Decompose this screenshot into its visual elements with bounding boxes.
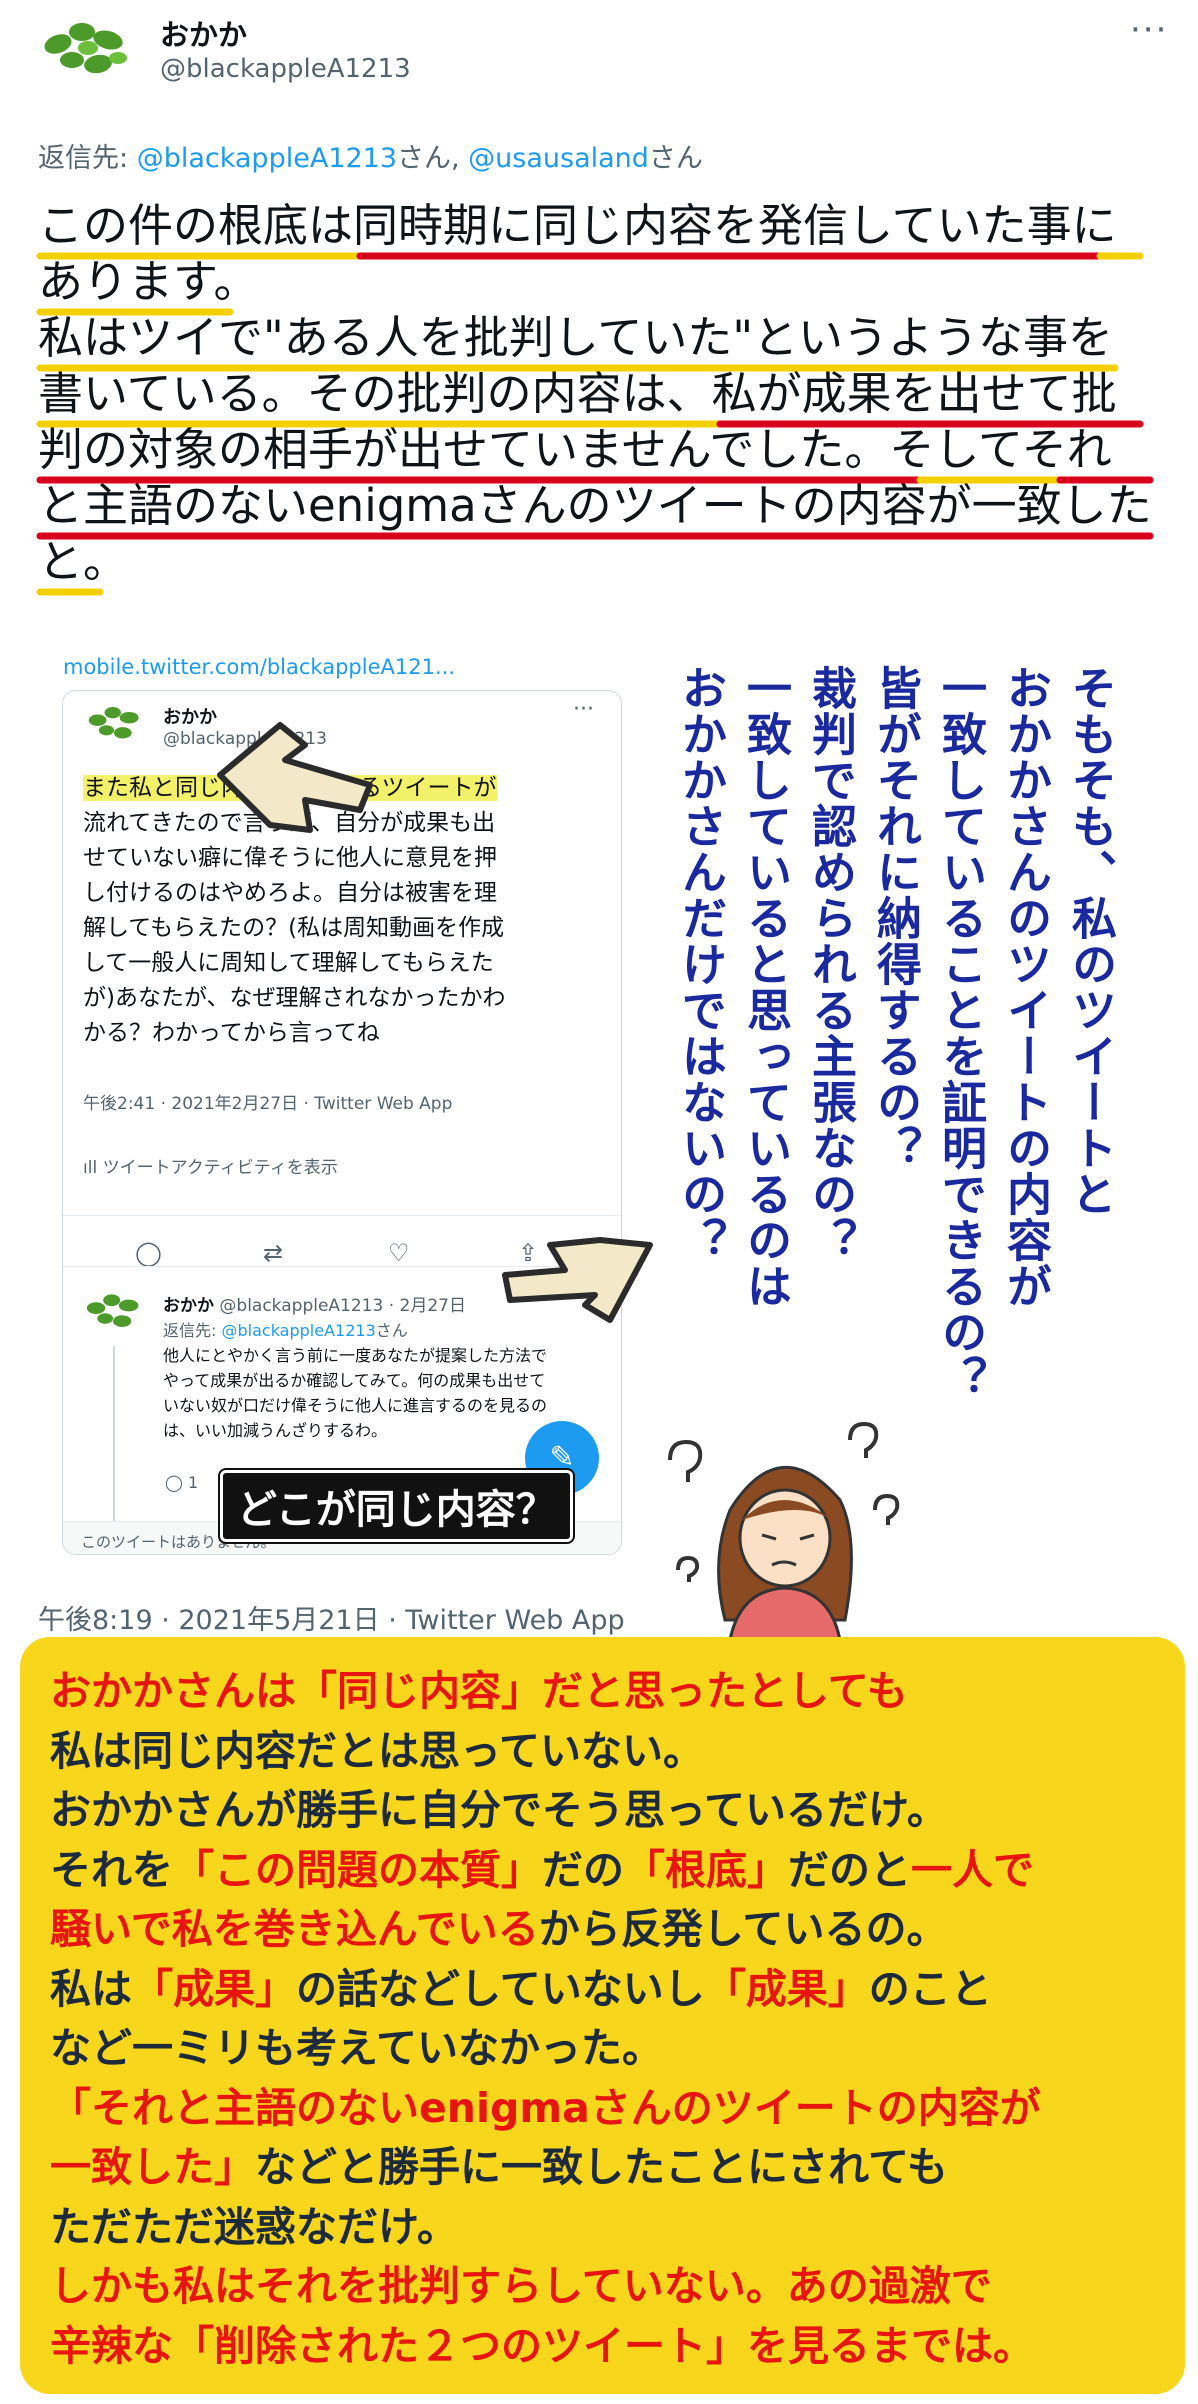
tweet-line: と。 xyxy=(38,535,129,588)
note-segment: 私は xyxy=(50,1964,132,2013)
more-options-icon[interactable]: ··· xyxy=(1130,10,1168,50)
note-line: それを「この問題の本質」だの「根底」だのと一人で xyxy=(50,1841,1180,1901)
like-icon: ♡ xyxy=(388,1239,410,1267)
vertical-text-column: 一致していることを証明できるの？ xyxy=(934,665,987,1401)
note-emphasis-segment: 「根底」 xyxy=(624,1845,788,1894)
note-emphasis-segment: 辛辣な「削除された２つのツイート」を見るまでは。 xyxy=(50,2321,1034,2370)
tweet-line: あります。 xyxy=(38,255,259,308)
reply-mention-link[interactable]: @blackappleA1213 xyxy=(137,143,397,174)
bar-chart-icon: ıll xyxy=(83,1158,103,1178)
embed-line: し付けるのはやめろよ。自分は被害を理 xyxy=(83,880,497,906)
reply-icon: ◯ xyxy=(165,1473,188,1492)
note-emphasis-segment: おかかさんは「同じ内容」だと思ったとしても xyxy=(50,1667,908,1715)
note-emphasis-segment: しかも私はそれを批判すらしていない。あの過激で xyxy=(50,2262,992,2310)
note-emphasis-segment: 「成果」 xyxy=(132,1964,296,2013)
vertical-text-column: おかかさんのツイートの内容が xyxy=(999,665,1052,1309)
embed-line: が)あなたが、なぜ理解されなかったかわ xyxy=(83,985,506,1011)
note-line: 一致した」などと勝手に一致したことにされても xyxy=(50,2138,1180,2198)
note-line: ただただ迷惑なだけ。 xyxy=(50,2198,1180,2258)
reply-suffix: さん, xyxy=(397,143,469,174)
annotation-note-text: おかかさんは「同じ内容」だと思ったとしても 私は同じ内容だとは思っていない。おかか… xyxy=(50,1662,1180,2376)
tweet-line: 判の対象の相手が出せていませんでした。そしてそれ xyxy=(38,423,1112,476)
note-line: おかかさんが勝手に自分でそう思っているだけ。 xyxy=(50,1781,1180,1841)
tweet-activity-link: ıll ツイートアクティビティを表示 xyxy=(83,1158,338,1178)
retweet-icon: ⇄ xyxy=(263,1239,284,1267)
note-segment: から反発しているの。 xyxy=(538,1905,948,1953)
divider xyxy=(63,1215,621,1216)
note-line: おかかさんは「同じ内容」だと思ったとしても xyxy=(50,1662,1180,1722)
avatar xyxy=(86,1294,139,1327)
note-segment: のこと xyxy=(868,1964,992,2013)
note-line: 騒いで私を巻き込んでいるから反発しているの。 xyxy=(50,1900,1180,1960)
author-name[interactable]: おかか xyxy=(160,12,247,54)
avatar[interactable] xyxy=(38,14,130,86)
note-emphasis-segment: 「この問題の本質」 xyxy=(173,1845,542,1894)
embed-line: せていない癖に偉そうに他人に意見を押 xyxy=(83,845,497,871)
pointing-hand-icon xyxy=(502,1237,653,1323)
vertical-text-column: 皆がそれに納得するの？ xyxy=(869,665,922,1171)
embed-author-name: おかか xyxy=(163,707,217,728)
embed-link[interactable]: mobile.twitter.com/blackappleA121... xyxy=(63,655,455,679)
note-line: 私は同じ内容だとは思っていない。 xyxy=(50,1722,1180,1782)
thread-line xyxy=(113,1346,115,1531)
vertical-text-column: おかかさんだけではないの？ xyxy=(674,665,727,1263)
note-emphasis-segment: 「それと主語のないenigmaさんのツイートの内容が xyxy=(50,2083,1041,2132)
vertical-text-column: 裁判で認められる主張なの？ xyxy=(804,665,857,1263)
confused-woman-illustration xyxy=(668,1421,900,1640)
author-handle[interactable]: @blackappleA1213 xyxy=(160,54,411,84)
avatar xyxy=(88,706,139,739)
note-emphasis-segment: 一致した」 xyxy=(50,2143,255,2191)
tweet-line: と主語のないenigmaさんのツイートの内容が一致した xyxy=(38,479,1152,532)
tweet-timestamp[interactable]: 午後8:19 · 2021年5月21日 · Twitter Web App xyxy=(38,1598,625,1637)
reply-count: ◯ 1 xyxy=(165,1473,199,1492)
vertical-text-column: 一致していると思っているのは xyxy=(739,665,792,1309)
note-emphasis-segment: 騒いで私を巻き込んでいる xyxy=(50,1905,539,1953)
reply-suffix: さん xyxy=(648,143,703,174)
note-line: しかも私はそれを批判すらしていない。あの過激で xyxy=(50,2257,1180,2317)
note-segment: だのと xyxy=(788,1845,911,1894)
more-options-icon: ··· xyxy=(573,697,594,722)
reply-prefix: 返信先: xyxy=(38,143,137,174)
reply-tweet-text: 他人にとやかく言う前に一度あなたが提案した方法で やって成果が出るか確認してみて… xyxy=(163,1346,548,1440)
note-segment: おかかさんが勝手に自分でそう思っているだけ。 xyxy=(50,1786,948,1834)
caption-label: どこが同じ内容？ xyxy=(220,1470,573,1542)
note-segment: それを xyxy=(50,1845,173,1894)
pointing-hand-icon xyxy=(217,722,373,833)
note-emphasis-segment: 一人で xyxy=(911,1845,1034,1894)
note-line: 「それと主語のないenigmaさんのツイートの内容が xyxy=(50,2079,1180,2139)
reply-icon: ◯ xyxy=(135,1239,162,1267)
note-segment: 私は同じ内容だとは思っていない。 xyxy=(50,1726,704,1775)
note-segment: ただただ迷惑なだけ。 xyxy=(50,2202,458,2251)
tweet-line: 書いている。その批判の内容は、私が成果を出せて批 xyxy=(38,367,1117,420)
embed-timestamp: 午後2:41 · 2021年2月27日 · Twitter Web App xyxy=(83,1094,453,1114)
note-segment: など一ミリも考えていなかった。 xyxy=(50,2024,663,2072)
note-segment: だの xyxy=(542,1845,624,1894)
tweet-line: 私はツイで"ある人を批判していた"というような事を xyxy=(38,311,1114,364)
reply-mention-link[interactable]: @usausaland xyxy=(468,143,649,174)
note-segment: の話などしていないし xyxy=(296,1964,705,2013)
note-line: 辛辣な「削除された２つのツイート」を見るまでは。 xyxy=(50,2317,1180,2377)
tweet-text: この件の根底は同時期に同じ内容を発信していた事に あります。 私はツイで"ある人… xyxy=(38,198,1163,590)
note-line: 私は「成果」の話などしていないし「成果」のこと xyxy=(50,1960,1180,2020)
note-line: など一ミリも考えていなかった。 xyxy=(50,2019,1180,2079)
embed-line: 解してもらえたの？(私は周知動画を作成 xyxy=(83,915,505,941)
reply-to-line: 返信先: @blackappleA1213さん, @usausalandさん xyxy=(38,136,703,175)
reply-tweet-header: おかか @blackappleA1213 · 2月27日 xyxy=(163,1296,466,1316)
embed-line: して一般人に周知して理解してもらえた xyxy=(83,950,494,976)
note-emphasis-segment: 「成果」 xyxy=(704,1964,869,2013)
vertical-text-column: そもそも、私のツイートと xyxy=(1064,665,1117,1217)
embed-line: かる？わかってから言ってね xyxy=(83,1020,380,1046)
tweet-line: この件の根底は同時期に同じ内容を発信していた事に xyxy=(38,199,1117,252)
note-segment: などと勝手に一致したことにされても xyxy=(255,2143,948,2191)
reply-tweet-reply-to: 返信先: @blackappleA1213さん xyxy=(163,1321,408,1340)
